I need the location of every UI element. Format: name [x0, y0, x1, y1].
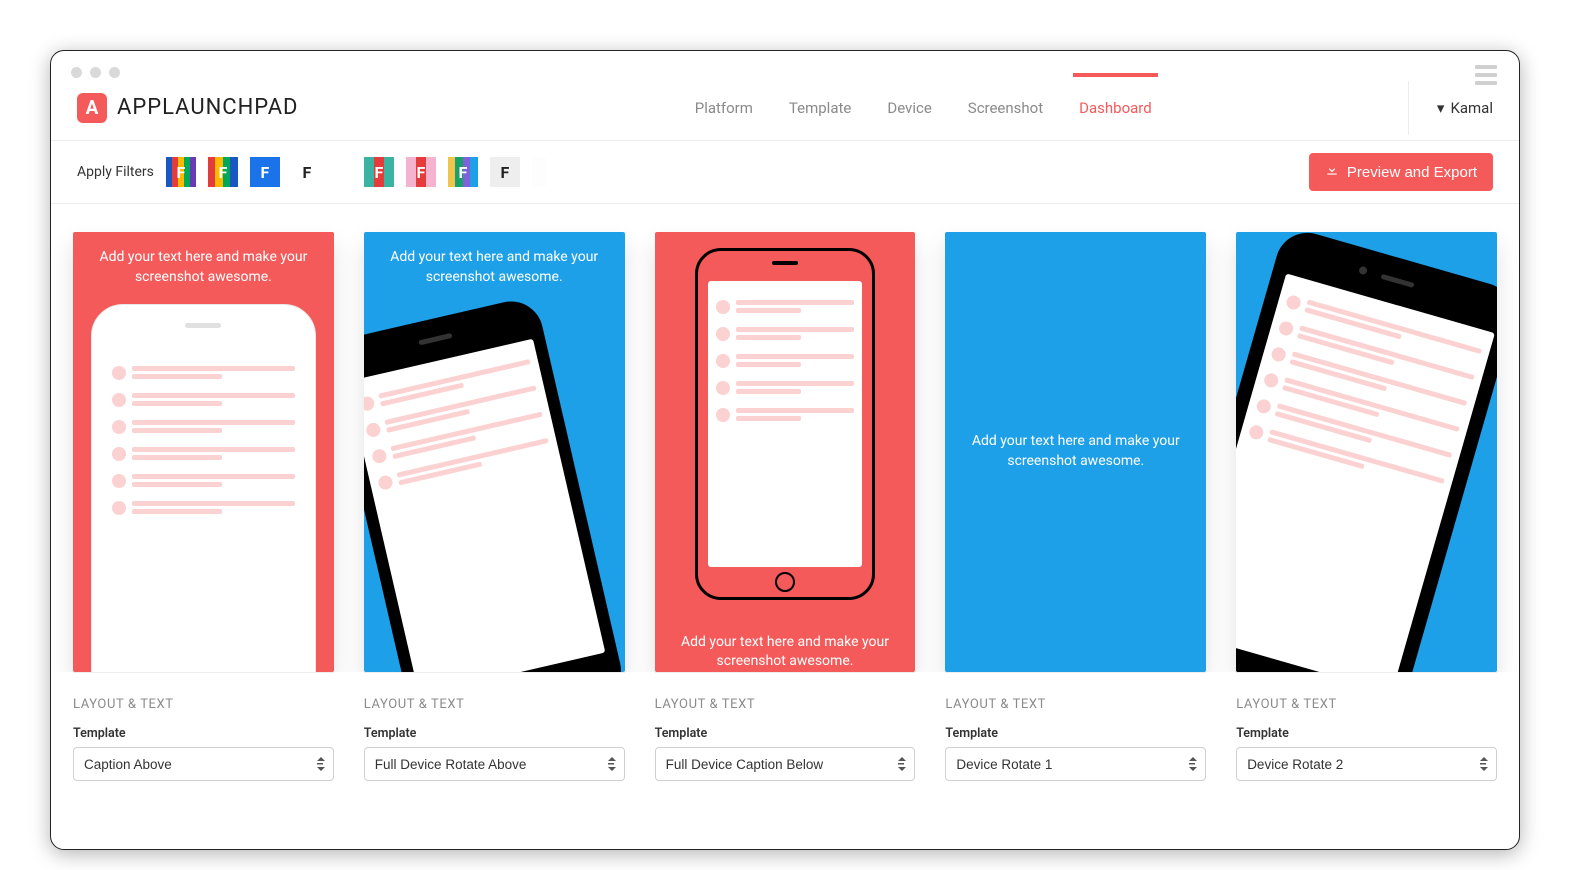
filter-swatch[interactable]: F [406, 157, 436, 187]
export-button-label: Preview and Export [1347, 164, 1477, 181]
nav-screenshot[interactable]: Screenshot [968, 91, 1043, 125]
filters-bar: Apply Filters FFFFFFFF Preview and Expor… [51, 141, 1519, 204]
section-heading: LAYOUT & TEXT [655, 697, 916, 712]
filter-swatch[interactable]: F [292, 157, 322, 187]
brand-name: APPLAUNCHPAD [117, 95, 299, 120]
screenshot-slot: Add your text here and make your screens… [73, 232, 334, 672]
user-menu[interactable]: ▾ Kamal [1408, 81, 1493, 135]
layout-controls: LAYOUT & TEXT Template Device Rotate 1 [945, 672, 1206, 781]
device-mockup [91, 304, 316, 672]
preview-canvas: Add your text here and make your screens… [51, 204, 1519, 672]
filter-swatch[interactable]: F [448, 157, 478, 187]
app-window: A APPLAUNCHPAD Platform Template Device … [50, 50, 1520, 850]
filter-swatch[interactable]: F [364, 157, 394, 187]
field-label: Template [1236, 726, 1497, 741]
template-select[interactable]: Device Rotate 2 [1236, 747, 1497, 781]
device-mockup [695, 248, 875, 600]
screenshot-slot: Add your text here and make your screens… [364, 232, 625, 672]
section-heading: LAYOUT & TEXT [73, 697, 334, 712]
field-label: Template [364, 726, 625, 741]
header: A APPLAUNCHPAD Platform Template Device … [51, 51, 1519, 141]
screenshot-slot: Add your text here and make your screens… [655, 232, 916, 672]
screenshot-caption: Add your text here and make your screens… [73, 232, 334, 303]
hamburger-menu-icon[interactable] [1475, 65, 1497, 85]
template-select[interactable]: Caption Above [73, 747, 334, 781]
field-label: Template [73, 726, 334, 741]
logo-icon: A [77, 93, 107, 123]
user-name: Kamal [1450, 99, 1493, 117]
layout-controls-row: LAYOUT & TEXT Template Caption Above LAY… [51, 672, 1519, 781]
layout-controls: LAYOUT & TEXT Template Device Rotate 2 [1236, 672, 1497, 781]
layout-controls: LAYOUT & TEXT Template Full Device Capti… [655, 672, 916, 781]
device-mockup [1236, 232, 1497, 672]
screenshot-caption: Add your text here and make your screens… [655, 633, 916, 672]
section-heading: LAYOUT & TEXT [364, 697, 625, 712]
download-icon [1325, 163, 1339, 181]
nav-device[interactable]: Device [887, 91, 931, 125]
section-heading: LAYOUT & TEXT [945, 697, 1206, 712]
template-select[interactable]: Full Device Rotate Above [364, 747, 625, 781]
screenshot-preview[interactable]: Add your text here and make your screens… [364, 232, 625, 672]
filter-swatch[interactable] [532, 157, 546, 187]
screenshot-preview[interactable]: Add your text here and make your screens… [655, 232, 916, 672]
filter-swatch[interactable]: F [490, 157, 520, 187]
filter-swatch[interactable]: F [208, 157, 238, 187]
screenshot-slot [1236, 232, 1497, 672]
screenshot-preview[interactable] [1236, 232, 1497, 672]
filters-label: Apply Filters [77, 164, 154, 180]
screenshot-slot: Add your text here and make your screens… [945, 232, 1206, 672]
filter-swatch[interactable]: F [250, 157, 280, 187]
window-traffic-lights [71, 67, 120, 78]
main-nav: Platform Template Device Screenshot Dash… [555, 91, 1152, 125]
preview-export-button[interactable]: Preview and Export [1309, 153, 1493, 191]
screenshot-preview[interactable]: Add your text here and make your screens… [73, 232, 334, 672]
device-mockup [364, 295, 625, 672]
section-heading: LAYOUT & TEXT [1236, 697, 1497, 712]
field-label: Template [945, 726, 1206, 741]
screenshot-caption: Add your text here and make your screens… [945, 416, 1206, 487]
filter-swatch[interactable]: F [166, 157, 196, 187]
screenshot-caption: Add your text here and make your screens… [364, 232, 625, 303]
filter-swatches: FFFFFFFF [166, 157, 546, 187]
template-select[interactable]: Full Device Caption Below [655, 747, 916, 781]
screenshot-preview[interactable]: Add your text here and make your screens… [945, 232, 1206, 672]
template-select[interactable]: Device Rotate 1 [945, 747, 1206, 781]
nav-dashboard[interactable]: Dashboard [1079, 91, 1152, 125]
nav-platform[interactable]: Platform [695, 91, 753, 125]
nav-template[interactable]: Template [789, 91, 851, 125]
layout-controls: LAYOUT & TEXT Template Caption Above [73, 672, 334, 781]
layout-controls: LAYOUT & TEXT Template Full Device Rotat… [364, 672, 625, 781]
caret-down-icon: ▾ [1437, 99, 1445, 117]
field-label: Template [655, 726, 916, 741]
